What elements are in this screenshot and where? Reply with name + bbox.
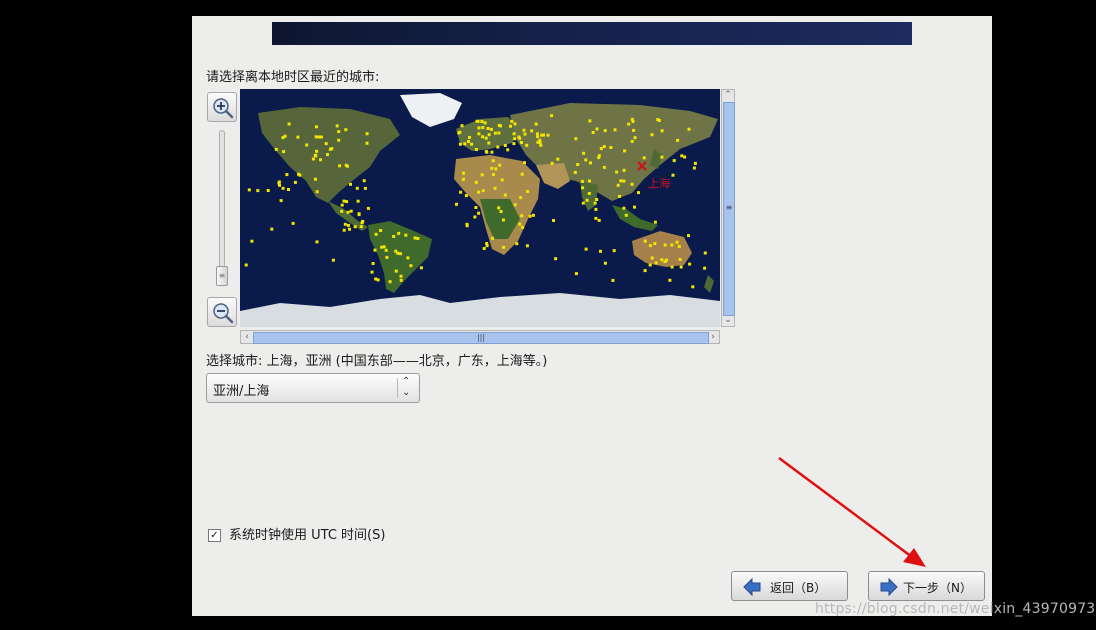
red-annotation-arrow xyxy=(778,456,926,567)
installer-screen: { "page": { "prompt": "请选择离本地时区最近的城市:", … xyxy=(0,0,1096,630)
watermark-text: https://blog.csdn.net/weixin_43970973 xyxy=(815,601,1096,617)
